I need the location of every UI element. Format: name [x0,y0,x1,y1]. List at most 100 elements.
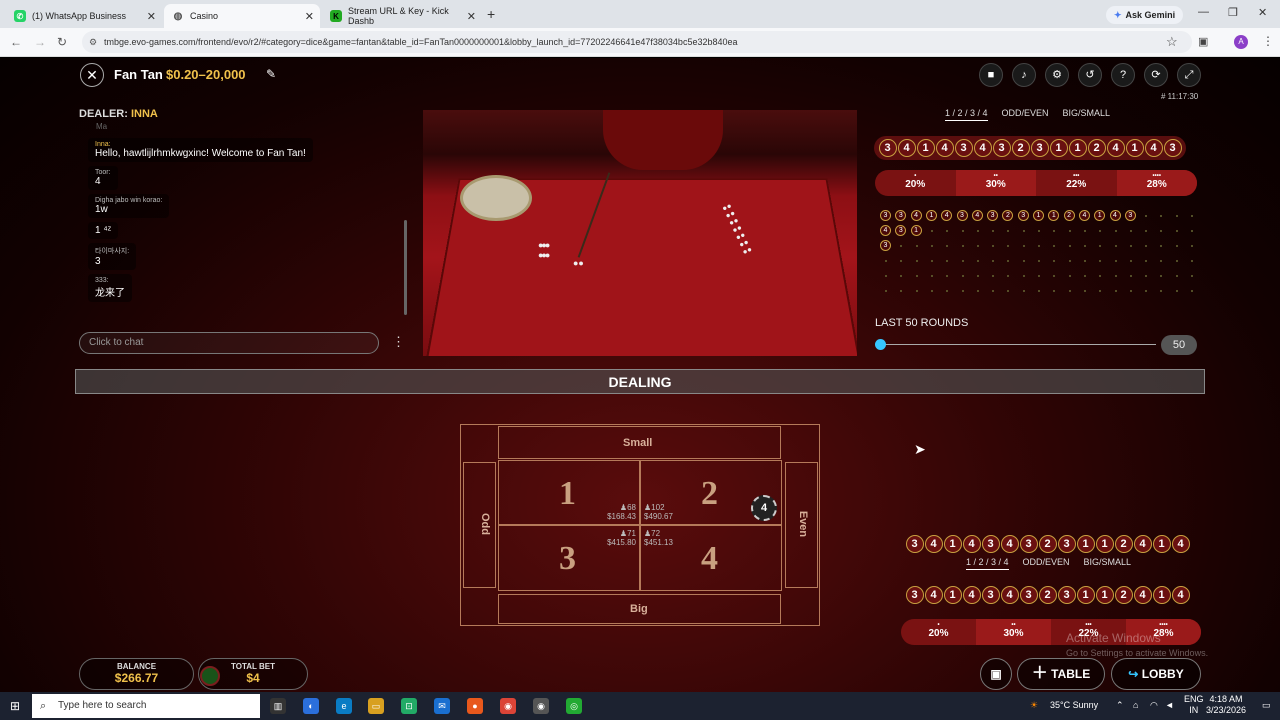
volume-icon[interactable]: ◄ [1165,700,1174,710]
tab-whatsapp[interactable]: ✆ (1) WhatsApp Business ✕ [6,4,162,28]
rounds-slider-handle[interactable] [875,339,886,350]
tab-big-small[interactable]: BIG/SMALL [1084,557,1132,570]
help-icon[interactable]: ? [1111,63,1135,87]
copilot-icon[interactable]: ◐ [303,698,319,714]
bead-empty [961,260,964,262]
bet-odd[interactable]: Odd [463,462,496,588]
bead-empty [1083,245,1086,247]
chat-scrollbar[interactable] [404,220,407,315]
placed-chip[interactable]: 4 [751,495,777,521]
bead-empty [1129,245,1132,247]
tab-numbers[interactable]: 1 / 2 / 3 / 4 [966,557,1009,570]
windows-start-icon[interactable]: ⊞ [10,699,20,713]
close-tab-icon[interactable]: ✕ [147,10,156,23]
refresh-icon[interactable]: ⟳ [1144,63,1168,87]
big-label: Big [630,603,648,615]
restore-icon[interactable]: ❐ [1228,6,1238,19]
close-tab-icon[interactable]: ✕ [305,10,314,23]
chrome-icon[interactable]: ◉ [500,698,516,714]
clock[interactable]: 4:18 AM 3/23/2026 [1206,694,1246,716]
firefox-icon[interactable]: ● [467,698,483,714]
chat-input[interactable]: Click to chat [79,332,379,354]
stat-players: ♟68 [619,503,636,512]
browser-menu-icon[interactable]: ⋮ [1262,34,1274,48]
network-icon[interactable]: ⌂ [1133,700,1138,710]
window-close-icon[interactable]: ✕ [1258,6,1267,19]
side-panel-icon[interactable]: ▣ [1198,35,1208,48]
file-explorer-icon[interactable]: ▭ [368,698,384,714]
bead-empty [1145,215,1148,217]
settings-icon[interactable]: ⚙ [1045,63,1069,87]
back-icon[interactable]: ← [10,35,22,49]
chat-text: 1w [95,204,108,215]
bead-result: 3 [956,210,968,221]
close-tab-icon[interactable]: ✕ [467,10,476,23]
chat-text: 龙来了 [95,288,125,299]
reload-icon[interactable]: ↻ [57,35,67,49]
new-tab-button[interactable]: + [487,6,495,22]
chrome-profile-icon[interactable]: ◉ [533,698,549,714]
tab-big-small[interactable]: BIG/SMALL [1063,108,1111,121]
store-icon[interactable]: ⊡ [401,698,417,714]
tab-odd-even[interactable]: ODD/EVEN [1023,557,1070,570]
bead-empty [1038,290,1040,292]
bead-empty [976,275,979,277]
percentage-segment: •• 30% [976,619,1051,645]
tab-casino[interactable]: ◍ Casino ✕ [164,4,320,28]
mail-icon[interactable]: ✉ [434,698,450,714]
task-view-icon[interactable]: ▥ [270,698,286,714]
bead-empty [1068,245,1071,247]
result-number: 4 [924,535,943,553]
even-label: Even [797,510,810,538]
gemini-icon: ✦ [1114,9,1122,20]
result-number: 2 [1011,139,1030,157]
bet-big[interactable]: Big [498,594,781,624]
multi-table-button[interactable]: ▣ [980,658,1012,690]
fullscreen-icon[interactable]: ⤢ [1177,63,1201,87]
stats-tabs: 1 / 2 / 3 / 4 ODD/EVEN BIG/SMALL [945,108,1110,121]
layers-icon: ▣ [990,667,1002,681]
notification-icon[interactable]: ▭ [1262,700,1271,711]
tab-numbers[interactable]: 1 / 2 / 3 / 4 [945,108,988,121]
bead-empty [1068,290,1071,292]
browser-app-icon[interactable]: ◎ [566,698,582,714]
tab-odd-even[interactable]: ODD/EVEN [1002,108,1049,121]
pin-icon[interactable]: ✎ [266,67,276,81]
bet-small[interactable]: Small [498,426,781,459]
url-field[interactable]: ⚙ tmbge.evo-games.com/frontend/evo/r2/#ca… [82,31,1192,53]
tab-kick[interactable]: K Stream URL & Key - Kick Dashb ✕ [322,4,482,28]
bead-empty [1114,260,1117,262]
lobby-button[interactable]: ↪ LOBBY [1111,658,1201,690]
bead-result: 3 [1017,210,1029,221]
bet-even[interactable]: Even [785,462,818,588]
weather-text[interactable]: 35°C Sunny [1050,700,1098,710]
chat-message: 1 ⁴ᶻ [88,222,119,239]
wifi-icon[interactable]: ◠ [1150,700,1158,711]
taskbar-search[interactable]: ⌕ Type here to search [32,694,260,718]
bead-empty [1175,260,1178,262]
tray-chevron-icon[interactable]: ⌃ [1116,700,1124,711]
bookmark-star-icon[interactable]: ☆ [1166,34,1178,50]
bead-empty [976,230,979,232]
video-icon[interactable]: ■ [979,63,1003,87]
tab-title: Stream URL & Key - Kick Dashb [348,6,449,26]
table-button[interactable]: ＋ TABLE [1017,658,1105,690]
dealer-info: DEALER: INNA [79,108,158,120]
minimize-icon[interactable]: — [1198,6,1209,18]
site-info-icon[interactable]: ⚙ [89,31,97,53]
profile-avatar[interactable]: A [1234,35,1248,49]
bead-empty [915,290,918,292]
chat-menu-icon[interactable]: ⋮ [392,334,405,350]
bead-empty [1038,260,1040,262]
bead-empty [1129,260,1132,262]
ask-gemini-button[interactable]: ✦ Ask Gemini [1106,6,1184,24]
history-icon[interactable]: ↺ [1078,63,1102,87]
sound-icon[interactable]: ♪ [1012,63,1036,87]
close-game-button[interactable]: ✕ [80,63,104,87]
bead-empty [976,245,979,247]
clock-time: 4:18 AM [1209,694,1243,704]
forward-icon[interactable]: → [34,35,46,49]
result-number: 3 [981,535,1000,553]
edge-icon[interactable]: e [336,698,352,714]
language-indicator[interactable]: ENG IN [1184,694,1204,716]
